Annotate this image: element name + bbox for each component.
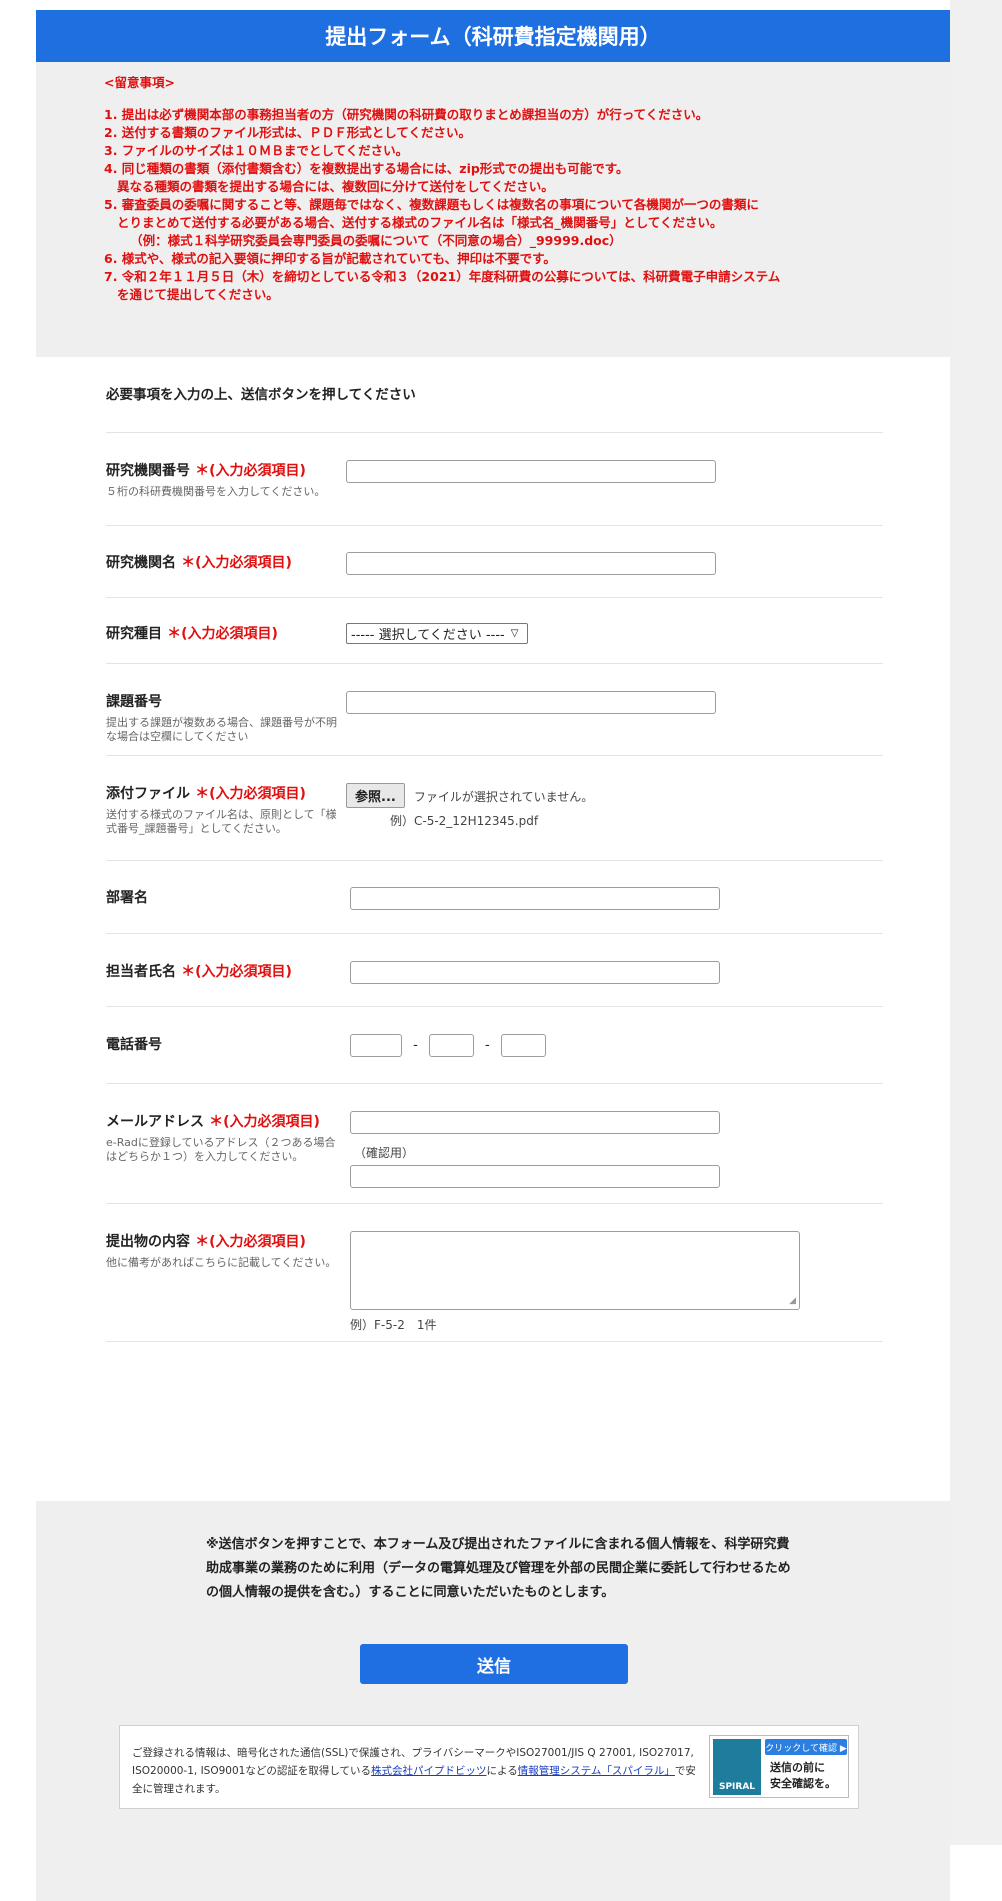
footer: ※送信ボタンを押すことで、本フォーム及び提出されたファイルに含まれる個人情報を、… <box>36 1501 950 1901</box>
attachment-example: 例）C-5-2_12H12345.pdf <box>390 814 539 828</box>
attachment-label: 添付ファイル <box>106 786 190 802</box>
notice-line: 4. 同じ種類の書類（添付書類含む）を複数提出する場合には、zip形式での提出も… <box>104 161 629 176</box>
badge-line-2: 安全確認を。 <box>770 1777 836 1790</box>
notice-line: 異なる種類の書類を提出する場合には、複数回に分けて送付をしてください。 <box>104 179 554 194</box>
email-input[interactable] <box>350 1111 720 1134</box>
content-label: 提出物の内容 <box>106 1234 190 1250</box>
badge-line-1: 送信の前に <box>770 1761 825 1774</box>
consent-text: ※送信ボタンを押すことで、本フォーム及び提出されたファイルに含まれる個人情報を、… <box>206 1537 791 1600</box>
phone-separator: - <box>413 1038 418 1053</box>
field-row-content: 提出物の内容 ＊(入力必須項目) 他に備考があればこちらに記載してください。 ◢… <box>106 1204 883 1342</box>
content-help: 他に備考があればこちらに記載してください。 <box>106 1256 337 1269</box>
field-row-inst-name: 研究機関名 ＊(入力必須項目) <box>106 526 883 598</box>
field-row-inst-number: 研究機関番号 ＊(入力必須項目) ５桁の科研費機関番号を入力してください。 <box>106 433 883 526</box>
spiral-logo: SPIRAL <box>713 1739 761 1795</box>
notice-line: 2. 送付する書類のファイル形式は、ＰＤＦ形式としてください。 <box>104 125 472 140</box>
notice-line: 1. 提出は必ず機関本部の事務担当者の方（研究機関の科研費の取りまとめ課担当の方… <box>104 107 709 122</box>
required-mark: ＊(入力必須項目) <box>195 1234 306 1250</box>
form-page: 提出フォーム（科研費指定機関用） <留意事項> 1. 提出は必ず機関本部の事務担… <box>36 10 950 1901</box>
field-row-attachment: 添付ファイル ＊(入力必須項目) 送付する様式のファイル名は、原則として「様式番… <box>106 756 883 861</box>
notice-line: 5. 審査委員の委嘱に関すること等、課題毎ではなく、複数課題もしくは複数名の事項… <box>104 197 759 212</box>
chevron-down-icon: ▽ <box>510 628 519 639</box>
required-mark: ＊(入力必須項目) <box>181 555 292 571</box>
notice-box: <留意事項> 1. 提出は必ず機関本部の事務担当者の方（研究機関の科研費の取りま… <box>36 62 950 357</box>
required-mark: ＊(入力必須項目) <box>195 786 306 802</box>
category-label: 研究種目 <box>106 626 162 642</box>
inst-name-input[interactable] <box>346 552 716 575</box>
category-select[interactable]: ----- 選択してください ---- ▽ <box>346 623 528 644</box>
notice-line: （例：様式１科学研究委員会専門委員の委嘱について（不同意の場合）_99999.d… <box>104 233 622 248</box>
department-label: 部署名 <box>106 890 148 906</box>
project-number-input[interactable] <box>346 691 716 714</box>
resize-grip-icon[interactable]: ◢ <box>789 1296 796 1306</box>
browse-button[interactable]: 参照... <box>346 783 405 808</box>
submit-button[interactable]: 送信 <box>360 1644 628 1684</box>
page-margin-right <box>950 0 1002 1845</box>
content-textarea[interactable]: ◢ <box>350 1231 800 1310</box>
field-row-contact-name: 担当者氏名 ＊(入力必須項目) <box>106 934 883 1007</box>
check-security-link[interactable]: クリックして確認 ▶ <box>765 1739 847 1755</box>
notice-line: 6. 様式や、様式の記入要領に押印する旨が記載されていても、押印は不要です。 <box>104 251 556 266</box>
phone-input-2[interactable] <box>428 1034 474 1057</box>
contact-name-input[interactable] <box>350 961 720 984</box>
email-confirm-label: （確認用） <box>354 1146 415 1160</box>
department-input[interactable] <box>350 887 720 910</box>
contact-name-label: 担当者氏名 <box>106 964 176 980</box>
field-row-department: 部署名 <box>106 861 883 934</box>
required-mark: ＊(入力必須項目) <box>209 1114 320 1130</box>
notice-line: を通じて提出してください。 <box>104 287 279 302</box>
pipedbits-link[interactable]: 株式会社パイプドビッツ <box>371 1765 487 1777</box>
spiral-security-badge[interactable]: SPIRAL クリックして確認 ▶ 送信の前に 安全確認を。 <box>709 1735 849 1798</box>
category-selected-value: ----- 選択してください ---- <box>351 628 505 643</box>
field-row-phone: 電話番号 - - <box>106 1007 883 1084</box>
inst-number-input[interactable] <box>346 460 716 483</box>
form-intro: 必要事項を入力の上、送信ボタンを押してください <box>106 357 883 433</box>
email-confirm-input[interactable] <box>350 1165 720 1188</box>
notice-line: 7. 令和２年１１月５日（木）を締切としている令和３（2021）年度科研費の公募… <box>104 269 781 284</box>
email-label: メールアドレス <box>106 1114 204 1130</box>
notice-line: とりまとめて送付する必要がある場合、送付する様式のファイル名は「様式名_機関番号… <box>104 215 723 230</box>
required-mark: ＊(入力必須項目) <box>167 626 278 642</box>
field-row-category: 研究種目 ＊(入力必須項目) ----- 選択してください ---- ▽ <box>106 598 883 664</box>
project-number-label: 課題番号 <box>106 694 162 710</box>
ssl-notice: ご登録される情報は、暗号化された通信(SSL)で保護され、プライバシーマークやI… <box>119 1725 859 1809</box>
project-number-help: 提出する課題が複数ある場合、課題番号が不明な場合は空欄にしてください <box>106 716 337 743</box>
inst-number-label: 研究機関番号 <box>106 463 190 479</box>
page-title: 提出フォーム（科研費指定機関用） <box>36 10 950 62</box>
field-row-email: メールアドレス ＊(入力必須項目) e-Radに登録しているアドレス（２つある場… <box>106 1084 883 1204</box>
email-help: e-Radに登録しているアドレス（２つある場合はどちらか１つ）を入力してください… <box>106 1136 336 1163</box>
phone-label: 電話番号 <box>106 1037 162 1053</box>
required-mark: ＊(入力必須項目) <box>195 463 306 479</box>
required-mark: ＊(入力必須項目) <box>181 964 292 980</box>
field-row-project-number: 課題番号 提出する課題が複数ある場合、課題番号が不明な場合は空欄にしてください <box>106 664 883 756</box>
attachment-help: 送付する様式のファイル名は、原則として「様式番号_課題番号」としてください。 <box>106 808 337 835</box>
content-example: 例）F-5-2 1件 <box>350 1318 437 1332</box>
phone-input-3[interactable] <box>500 1034 546 1057</box>
notice-line: 3. ファイルのサイズは１０ＭＢまでとしてください。 <box>104 143 409 158</box>
notice-heading: <留意事項> <box>104 75 175 90</box>
submission-form: 必要事項を入力の上、送信ボタンを押してください 研究機関番号 ＊(入力必須項目)… <box>36 357 950 1501</box>
spiral-link[interactable]: 情報管理システム「スパイラル」 <box>518 1765 675 1777</box>
file-status: ファイルが選択されていません。 <box>413 790 594 804</box>
phone-input-1[interactable] <box>350 1034 402 1057</box>
inst-number-help: ５桁の科研費機関番号を入力してください。 <box>106 485 326 498</box>
inst-name-label: 研究機関名 <box>106 555 176 571</box>
phone-separator: - <box>484 1038 490 1053</box>
